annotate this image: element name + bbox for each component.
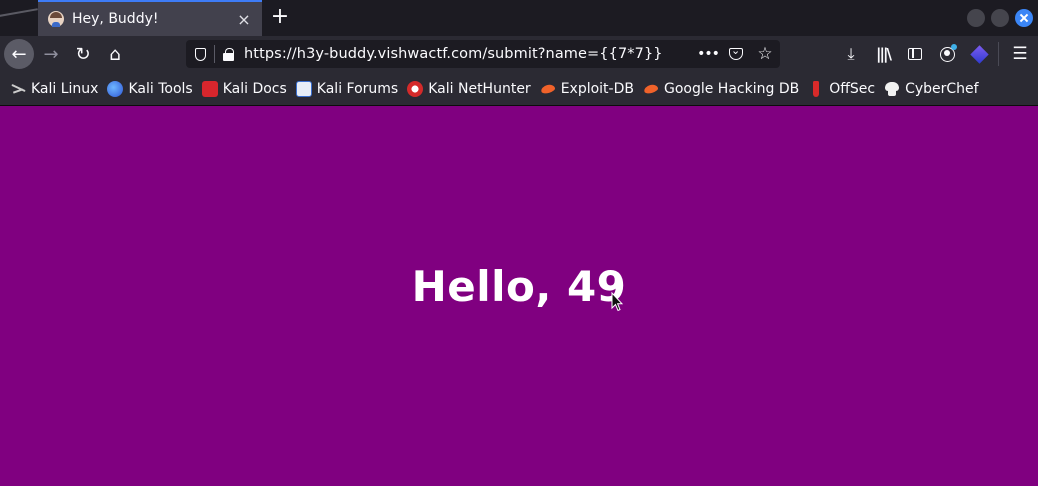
- bookmark-label: Exploit-DB: [560, 80, 634, 97]
- reload-button[interactable]: ↻: [69, 40, 97, 68]
- offsec-icon: [808, 80, 824, 97]
- active-tab[interactable]: Hey, Buddy! ×: [38, 0, 262, 36]
- account-button[interactable]: [933, 40, 961, 68]
- exploit-db-icon: [540, 81, 556, 97]
- bookmark-label: CyberChef: [905, 80, 979, 97]
- kali-forums-icon: [295, 80, 312, 97]
- kali-tools-icon: [107, 80, 124, 97]
- tab-strip-decoration: [0, 0, 38, 36]
- url-bar-separator: [214, 45, 215, 63]
- lock-icon[interactable]: [223, 47, 234, 61]
- bookmark-offsec[interactable]: OffSec: [807, 77, 879, 101]
- window-close-button[interactable]: [1015, 9, 1033, 27]
- bookmark-label: Google Hacking DB: [663, 80, 800, 97]
- bookmark-label: Kali Tools: [128, 80, 193, 97]
- tracking-protection-button[interactable]: [186, 40, 214, 68]
- tab-favicon-icon: [48, 11, 64, 27]
- tab-close-icon[interactable]: ×: [236, 10, 252, 29]
- bookmark-kali-forums[interactable]: Kali Forums: [295, 77, 402, 101]
- home-icon: ⌂: [109, 43, 121, 65]
- bookmark-kali-linux[interactable]: Kali Linux: [9, 77, 102, 101]
- bookmark-label: Kali Forums: [316, 80, 399, 97]
- library-icon: |||\: [876, 45, 892, 63]
- forward-button[interactable]: →: [37, 40, 65, 68]
- back-arrow-icon: ←: [11, 43, 27, 65]
- pocket-button[interactable]: [722, 40, 750, 68]
- back-button[interactable]: ←: [4, 39, 34, 69]
- window-maximize-button[interactable]: [991, 9, 1009, 27]
- navigation-toolbar: ← → ↻ ⌂ https://h3y-buddy.vishwactf.com/…: [0, 36, 1038, 72]
- url-bar[interactable]: https://h3y-buddy.vishwactf.com/submit?n…: [186, 40, 780, 68]
- library-button[interactable]: |||\: [869, 40, 897, 68]
- sidebar-button[interactable]: [901, 40, 929, 68]
- bookmark-google-hacking-db[interactable]: Google Hacking DB: [642, 77, 803, 101]
- toolbar-divider: [998, 42, 999, 66]
- tab-title: Hey, Buddy!: [72, 11, 159, 27]
- home-button[interactable]: ⌂: [101, 40, 129, 68]
- forward-arrow-icon: →: [43, 43, 59, 65]
- new-tab-button[interactable]: +: [268, 4, 292, 32]
- shield-icon: [194, 47, 206, 61]
- account-notification-badge: [951, 44, 957, 50]
- extension-button[interactable]: [965, 40, 993, 68]
- url-input[interactable]: https://h3y-buddy.vishwactf.com/submit?n…: [244, 46, 694, 62]
- page-content: Hello, 49: [0, 106, 1038, 486]
- bookmark-label: OffSec: [829, 80, 876, 97]
- hamburger-menu-icon: ☰: [1012, 44, 1028, 64]
- cyberchef-icon: [884, 81, 900, 97]
- kali-dragon-icon: [10, 81, 26, 97]
- page-actions-button[interactable]: •••: [694, 46, 722, 62]
- extension-icon: [969, 44, 989, 64]
- bookmark-label: Kali NetHunter: [428, 80, 531, 97]
- kali-docs-icon: [201, 80, 218, 97]
- bookmark-kali-docs[interactable]: Kali Docs: [201, 77, 291, 101]
- bookmark-exploit-db[interactable]: Exploit-DB: [539, 77, 638, 101]
- bookmark-kali-nethunter[interactable]: Kali NetHunter: [406, 77, 534, 101]
- bookmarks-toolbar: Kali Linux Kali Tools Kali Docs Kali For…: [0, 72, 1038, 106]
- sidebar-icon: [908, 48, 922, 60]
- download-icon: ⤓: [847, 44, 855, 63]
- app-menu-button[interactable]: ☰: [1006, 40, 1034, 68]
- bookmark-kali-tools[interactable]: Kali Tools: [106, 77, 196, 101]
- bookmark-label: Kali Linux: [31, 80, 99, 97]
- bookmark-cyberchef[interactable]: CyberChef: [883, 77, 983, 101]
- reload-icon: ↻: [75, 43, 91, 65]
- downloads-button[interactable]: ⤓: [837, 40, 865, 68]
- bookmark-label: Kali Docs: [222, 80, 287, 97]
- window-minimize-button[interactable]: [967, 9, 985, 27]
- pocket-icon: [729, 44, 743, 60]
- bookmark-star-icon[interactable]: ☆: [750, 44, 780, 64]
- ghdb-icon: [643, 81, 659, 97]
- greeting-heading: Hello, 49: [411, 262, 627, 311]
- tab-strip: Hey, Buddy! × +: [0, 0, 1038, 36]
- nethunter-icon: [407, 80, 424, 97]
